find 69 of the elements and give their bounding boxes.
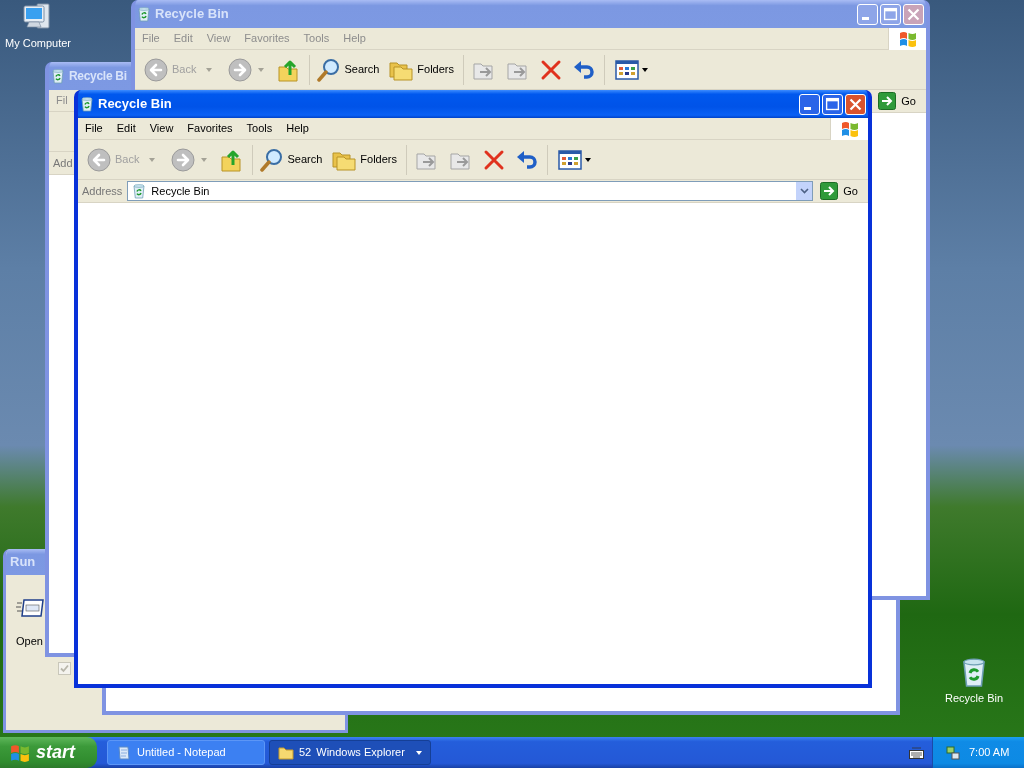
menu-item[interactable]: Tools (239, 120, 280, 137)
address-field[interactable]: Recycle Bin (127, 181, 814, 201)
window-count: 52 (299, 745, 312, 761)
caret-icon (416, 750, 422, 755)
search-button[interactable]: Search (257, 144, 326, 175)
minimize-button[interactable] (857, 3, 878, 25)
clock: 7:00 AM (969, 745, 1010, 761)
close-button[interactable] (903, 3, 924, 25)
start-button[interactable]: start (0, 737, 97, 768)
menu-item[interactable]: Help (279, 120, 316, 137)
search-icon (317, 57, 342, 82)
delete-icon (483, 148, 505, 171)
undo-icon (515, 148, 539, 171)
caret-icon (206, 67, 213, 72)
maximize-button[interactable] (880, 3, 901, 25)
open-label: Open (16, 634, 44, 649)
checkmark-icon (60, 663, 69, 673)
caret-icon (149, 157, 156, 162)
views-icon (615, 59, 639, 80)
caret-icon (201, 157, 208, 162)
taskbar-button-label: Windows Explorer (316, 745, 406, 761)
minimize-icon (862, 16, 869, 20)
dialog-title: Run (10, 553, 36, 572)
menu-item[interactable]: View (142, 120, 181, 137)
caret-icon (585, 157, 591, 162)
minimize-button[interactable] (799, 93, 820, 115)
minimize-icon (804, 106, 811, 110)
menu-item[interactable]: Favorites (180, 120, 240, 137)
address-label: Address (82, 183, 124, 199)
recycle-bin-icon (79, 96, 95, 112)
maximize-button[interactable] (822, 93, 843, 115)
run-icon (16, 597, 44, 619)
go-button[interactable]: Go (818, 182, 860, 200)
windows-logo-icon (898, 29, 917, 48)
taskbar-button[interactable]: Untitled - Notepad (107, 740, 265, 765)
close-button[interactable] (845, 93, 866, 115)
recycle-bin-icon (136, 6, 152, 22)
window-title: Recycle Bin (98, 95, 172, 114)
folders-button[interactable]: Folders (384, 54, 459, 85)
window-title: Recycle Bi (69, 68, 127, 85)
taskbar-button-label: Untitled - Notepad (137, 745, 227, 761)
caret-icon (258, 67, 265, 72)
desktop-icon-label: My Computer (5, 36, 71, 51)
notepad-icon (116, 744, 132, 761)
windows-flag-icon (10, 742, 30, 763)
desktop-icon[interactable]: Recycle Bin (940, 656, 1008, 707)
recycle-bin-icon (131, 183, 148, 199)
menu-item[interactable]: File (78, 120, 110, 137)
keyboard-icon (909, 746, 924, 759)
delete-icon (540, 58, 562, 81)
desktop-icon-label: Recycle Bin (944, 691, 1004, 706)
folder-icon (278, 745, 294, 760)
undo-icon (572, 58, 596, 81)
desktop-icon[interactable]: My Computer (4, 2, 72, 52)
folders-button[interactable]: Folders (327, 144, 402, 175)
search-button[interactable]: Search (314, 54, 383, 85)
views-icon (558, 149, 582, 170)
go-button[interactable]: Go (876, 92, 918, 110)
chevron-down-icon (799, 188, 809, 194)
search-icon (260, 147, 285, 172)
menu-item[interactable]: Edit (109, 120, 143, 137)
taskbar-button[interactable]: 52 Windows Explorer (269, 740, 431, 765)
address-label: Add (53, 155, 74, 171)
window-title: Recycle Bin (155, 5, 229, 24)
dropdown-button[interactable] (796, 182, 813, 200)
caret-icon (642, 67, 648, 72)
network-icon (945, 744, 961, 761)
windows-logo-icon (840, 119, 859, 138)
recycle-bin-icon (50, 68, 66, 84)
